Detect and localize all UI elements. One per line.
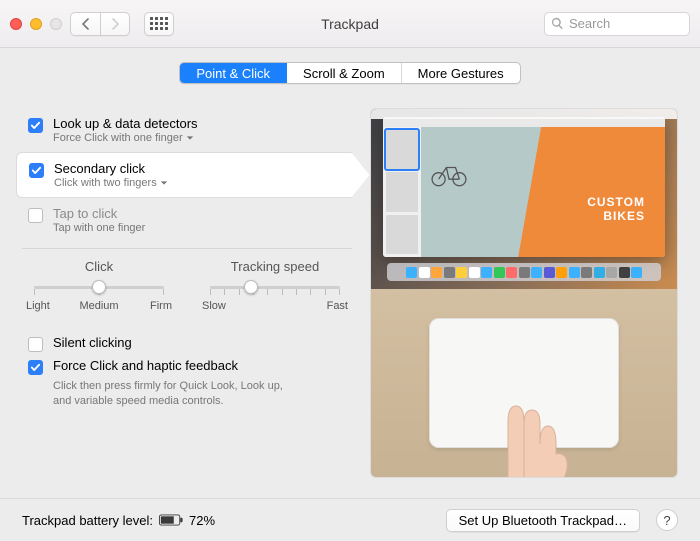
preview-menubar <box>371 109 677 119</box>
battery-label: Trackpad battery level: <box>22 513 153 528</box>
preview-trackpad-area <box>371 289 677 477</box>
option-tap-to-click[interactable]: Tap to click Tap with one finger <box>22 198 352 242</box>
checkbox-secondary-click[interactable] <box>29 163 44 178</box>
chevron-down-icon <box>186 134 194 142</box>
tracking-slider[interactable] <box>210 278 340 296</box>
tab-scroll-and-zoom[interactable]: Scroll & Zoom <box>287 63 402 83</box>
option-force-click-title: Force Click and haptic feedback <box>53 358 238 373</box>
option-silent-clicking-title: Silent clicking <box>53 335 132 350</box>
checkbox-tap-to-click[interactable] <box>28 208 43 223</box>
preview-desktop: CUSTOM BIKES <box>371 109 677 289</box>
zoom-window-button <box>50 18 62 30</box>
battery-percent: 72% <box>189 513 215 528</box>
tab-bar: Point & Click Scroll & Zoom More Gesture… <box>179 62 520 84</box>
checkbox-silent-clicking[interactable] <box>28 337 43 352</box>
close-window-button[interactable] <box>10 18 22 30</box>
bike-icon <box>429 161 469 187</box>
option-force-click[interactable]: Force Click and haptic feedback <box>22 355 352 378</box>
minimize-window-button[interactable] <box>30 18 42 30</box>
tracking-slider-knob[interactable] <box>244 280 258 294</box>
search-icon <box>551 17 564 30</box>
options-column: Look up & data detectors Force Click wit… <box>22 108 352 486</box>
tracking-slider-label: Tracking speed <box>231 259 319 274</box>
preview-window: CUSTOM BIKES <box>383 117 665 257</box>
option-lookup-sub[interactable]: Force Click with one finger <box>53 132 198 144</box>
content-area: Point & Click Scroll & Zoom More Gesture… <box>0 48 700 498</box>
battery-icon <box>159 514 183 526</box>
setup-bluetooth-trackpad-button[interactable]: Set Up Bluetooth Trackpad… <box>446 509 640 532</box>
checkbox-force-click[interactable] <box>28 360 43 375</box>
back-button[interactable] <box>70 12 100 36</box>
show-all-prefs-button[interactable] <box>144 12 174 36</box>
nav-group <box>70 12 130 36</box>
grid-icon <box>150 17 168 30</box>
footer: Trackpad battery level: 72% Set Up Bluet… <box>0 498 700 541</box>
search-placeholder: Search <box>569 16 610 31</box>
checkbox-lookup[interactable] <box>28 118 43 133</box>
chevron-down-icon <box>160 179 168 187</box>
option-tap-to-click-sub: Tap with one finger <box>53 222 145 234</box>
click-slider[interactable] <box>34 278 164 296</box>
option-secondary-click[interactable]: Secondary click Click with two fingers <box>16 152 352 198</box>
option-lookup-title: Look up & data detectors <box>53 116 198 131</box>
click-slider-knob[interactable] <box>92 280 106 294</box>
option-lookup[interactable]: Look up & data detectors Force Click wit… <box>22 108 352 152</box>
tab-point-and-click[interactable]: Point & Click <box>180 63 287 83</box>
option-secondary-click-sub[interactable]: Click with two fingers <box>54 177 168 189</box>
option-secondary-click-title: Secondary click <box>54 161 168 176</box>
preview-headline-2: BIKES <box>603 209 645 223</box>
tab-more-gestures[interactable]: More Gestures <box>402 63 520 83</box>
option-silent-clicking[interactable]: Silent clicking <box>22 332 352 355</box>
traffic-lights <box>10 18 62 30</box>
click-slider-group: Click Light Medium Firm <box>26 259 172 312</box>
preview-headline-1: CUSTOM <box>587 195 645 209</box>
preview-pane: CUSTOM BIKES <box>370 108 678 478</box>
help-button[interactable]: ? <box>656 509 678 531</box>
tracking-slider-group: Tracking speed Slow Fast <box>202 259 348 312</box>
option-tap-to-click-title: Tap to click <box>53 206 145 221</box>
click-slider-label: Click <box>85 259 113 274</box>
hand-illustration <box>464 394 584 478</box>
search-input[interactable]: Search <box>544 12 690 36</box>
divider <box>22 248 352 249</box>
option-force-click-desc: Click then press firmly for Quick Look, … <box>53 379 303 409</box>
preview-dock <box>387 263 661 281</box>
titlebar: Trackpad Search <box>0 0 700 48</box>
forward-button[interactable] <box>100 12 130 36</box>
